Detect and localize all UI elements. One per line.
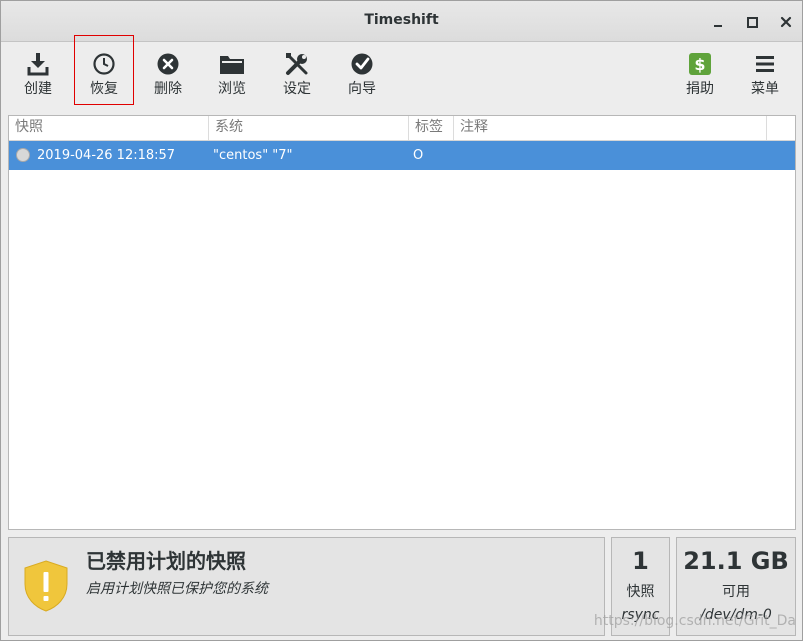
dollar-icon: $	[687, 51, 713, 77]
browse-label: 浏览	[218, 81, 246, 97]
window-title: Timeshift	[364, 12, 439, 28]
delete-button[interactable]: 删除	[138, 42, 198, 104]
snapshot-date-cell: 2019-04-26 12:18:57	[37, 148, 176, 163]
wizard-button[interactable]: 向导	[332, 42, 392, 104]
snapshot-clock-icon	[16, 148, 30, 162]
create-button[interactable]: 创建	[8, 42, 68, 104]
donate-button[interactable]: $ 捐助	[670, 42, 730, 104]
maximize-button[interactable]	[744, 14, 760, 30]
minimize-icon	[714, 25, 722, 27]
window-controls	[710, 12, 794, 32]
warning-shield-icon	[24, 560, 68, 612]
column-header-row: 快照 系统 标签 注释	[9, 116, 795, 141]
restore-button[interactable]: 恢复	[74, 35, 134, 105]
status-title: 已禁用计划的快照	[86, 549, 246, 573]
snapshot-tags-cell: O	[413, 148, 424, 163]
create-label: 创建	[24, 81, 52, 97]
status-subtitle: 启用计划快照已保护您的系统	[86, 581, 268, 597]
schedule-status-panel: 已禁用计划的快照 启用计划快照已保护您的系统	[8, 537, 605, 636]
toolbar: 创建 恢复 删除 浏览 设定 向导 $ 捐助 菜单	[1, 35, 802, 112]
hamburger-menu-icon	[752, 51, 778, 77]
table-row[interactable]: 2019-04-26 12:18:57 "centos" "7" O	[9, 141, 795, 170]
browse-button[interactable]: 浏览	[202, 42, 262, 104]
clock-icon	[91, 51, 117, 77]
svg-text:$: $	[694, 55, 705, 74]
minimize-button[interactable]	[710, 14, 726, 30]
settings-button[interactable]: 设定	[267, 42, 327, 104]
timeshift-window: Timeshift 创建 恢复 删除 浏览 设定 向导 $ 捐助 菜单 快照 系…	[0, 0, 803, 641]
column-header-tags[interactable]: 标签	[409, 116, 454, 140]
delete-icon	[155, 51, 181, 77]
snapshot-list[interactable]: 快照 系统 标签 注释 2019-04-26 12:18:57 "centos"…	[8, 115, 796, 530]
column-header-system[interactable]: 系统	[209, 116, 409, 140]
settings-label: 设定	[283, 81, 311, 97]
free-space-value: 21.1 GB	[683, 547, 789, 575]
snapshot-count: 1	[632, 547, 649, 575]
snapshot-system-cell: "centos" "7"	[213, 148, 293, 163]
maximize-icon	[746, 16, 758, 28]
close-icon	[780, 16, 792, 28]
menu-label: 菜单	[751, 81, 779, 97]
restore-label: 恢复	[90, 81, 118, 97]
download-icon	[25, 51, 51, 77]
watermark-text: https://blog.csdn.net/Grit_Da	[593, 613, 796, 629]
close-button[interactable]	[778, 14, 794, 30]
tools-icon	[284, 51, 310, 77]
column-header-snapshot[interactable]: 快照	[9, 116, 209, 140]
menu-button[interactable]: 菜单	[735, 42, 795, 104]
free-space-label: 可用	[722, 584, 750, 600]
delete-label: 删除	[154, 81, 182, 97]
wizard-label: 向导	[348, 81, 376, 97]
folder-icon	[219, 51, 245, 77]
column-header-comment[interactable]: 注释	[454, 116, 767, 140]
snapshot-count-label: 快照	[626, 584, 655, 600]
donate-label: 捐助	[686, 81, 714, 97]
checkmark-icon	[349, 51, 375, 77]
